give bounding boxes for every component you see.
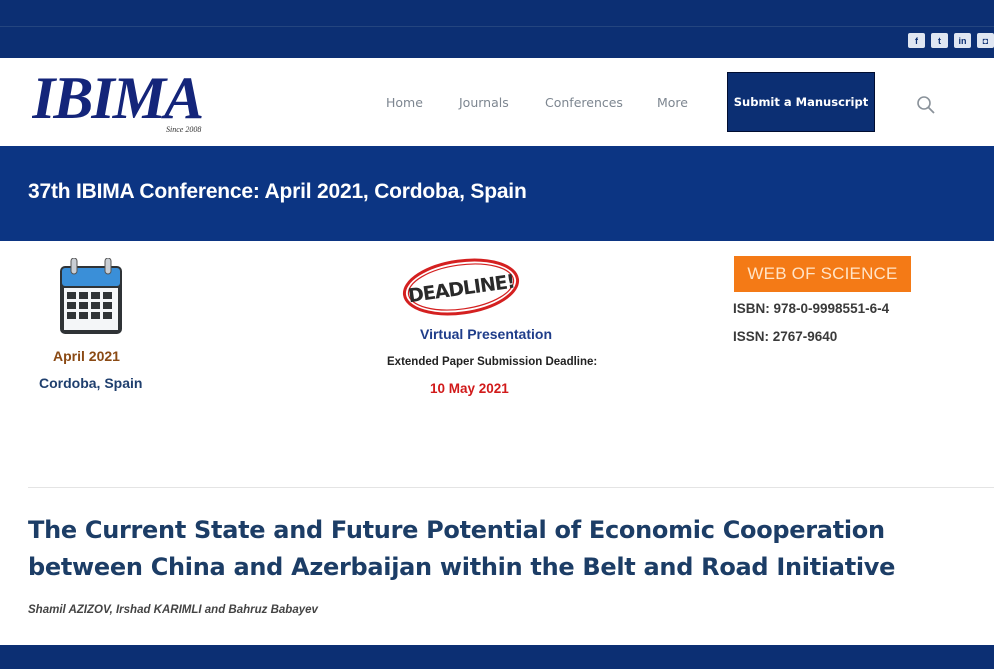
- top-bar-divider: [0, 26, 994, 27]
- search-icon[interactable]: [916, 95, 936, 115]
- nav-conferences[interactable]: Conferences: [545, 95, 623, 110]
- conference-title: 37th IBIMA Conference: April 2021, Cordo…: [28, 180, 527, 203]
- issn-text: ISSN: 2767-9640: [733, 329, 838, 344]
- conference-date: April 2021: [53, 348, 120, 364]
- twitter-icon[interactable]: t: [931, 33, 948, 48]
- paper-authors: Shamil AZIZOV, Irshad KARIMLI and Bahruz…: [28, 604, 318, 616]
- virtual-presentation: Virtual Presentation: [420, 326, 553, 342]
- facebook-icon[interactable]: f: [908, 33, 925, 48]
- extended-deadline-label: Extended Paper Submission Deadline:: [387, 356, 598, 368]
- nav-home[interactable]: Home: [386, 95, 423, 110]
- nav-more[interactable]: More: [657, 95, 688, 110]
- logo-tagline: Since 2008: [166, 125, 201, 134]
- logo-text: IBIMA: [32, 66, 202, 131]
- bottom-bar: [0, 645, 994, 669]
- social-links: f t in ◘: [908, 33, 994, 48]
- web-of-science-badge: WEB OF SCIENCE: [734, 256, 911, 292]
- instagram-icon[interactable]: ◘: [977, 33, 994, 48]
- conference-location: Cordoba, Spain: [39, 375, 143, 391]
- paper-title: The Current State and Future Potential o…: [28, 516, 896, 581]
- deadline-stamp-image: DEADLINE!: [402, 258, 520, 316]
- ibima-logo[interactable]: IBIMA Since 2008: [32, 66, 222, 136]
- top-bar: f t in ◘: [0, 0, 994, 58]
- linkedin-icon[interactable]: in: [954, 33, 971, 48]
- deadline-date: 10 May 2021: [430, 381, 509, 396]
- conference-banner: 37th IBIMA Conference: April 2021, Cordo…: [0, 146, 994, 241]
- nav-journals[interactable]: Journals: [459, 95, 509, 110]
- submit-manuscript-button[interactable]: Submit a Manuscript: [727, 72, 875, 132]
- isbn-text: ISBN: 978-0-9998551-6-4: [733, 301, 890, 316]
- calendar-icon: [60, 258, 122, 334]
- section-divider: [28, 487, 994, 488]
